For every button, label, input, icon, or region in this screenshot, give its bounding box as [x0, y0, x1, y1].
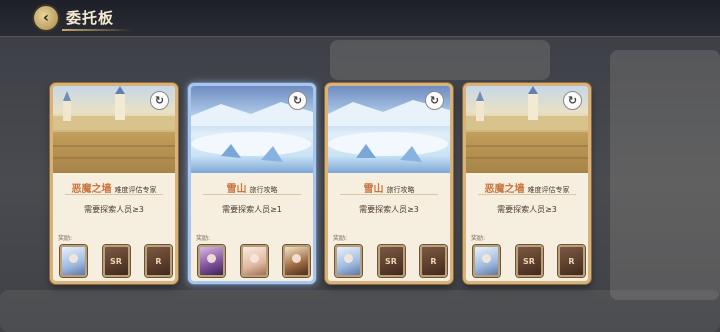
reward-sr-card[interactable]: SR: [102, 245, 130, 277]
refresh-button[interactable]: ↻: [288, 91, 307, 110]
reward-label: 奖励:: [333, 235, 348, 242]
refresh-button[interactable]: ↻: [150, 91, 169, 110]
commission-card[interactable]: ↻ 雪山 旅行攻略 需要探索人员≥3 奖励: SR R: [325, 83, 453, 284]
reward-character-card[interactable]: [198, 245, 225, 277]
reward-character-card[interactable]: [335, 245, 362, 277]
reward-list: [198, 245, 310, 277]
background-floor: [0, 290, 720, 332]
reward-sr-card[interactable]: SR: [515, 245, 543, 277]
reward-sr-card[interactable]: SR: [377, 245, 405, 277]
card-subtitle: 旅行攻略: [249, 186, 278, 194]
reward-character-card[interactable]: [60, 245, 87, 277]
top-bar: ‹ 委托板: [0, 0, 720, 37]
title-ornament: [62, 29, 132, 31]
card-subtitle: 难度评估专家: [114, 186, 157, 194]
card-subtitle: 难度评估专家: [527, 186, 570, 194]
commission-card[interactable]: ↻ 恶魔之墙 难度评估专家 需要探索人员≥3 奖励: SR R: [463, 83, 591, 284]
divider: [478, 194, 576, 195]
requirement-text: 需要探索人员≥1: [222, 205, 282, 214]
reward-list: SR R: [473, 245, 585, 277]
refresh-icon: ↻: [154, 94, 165, 107]
divider: [65, 194, 163, 195]
reward-r-card[interactable]: R: [558, 245, 585, 277]
refresh-button[interactable]: ↻: [563, 91, 582, 110]
reward-r-card[interactable]: R: [420, 245, 447, 277]
reward-list: SR R: [335, 245, 447, 277]
divider: [203, 194, 301, 195]
reward-character-card[interactable]: [473, 245, 500, 277]
page-title: 委托板: [66, 9, 115, 27]
refresh-icon: ↻: [292, 94, 303, 107]
requirement-text: 需要探索人员≥3: [497, 205, 557, 214]
refresh-button[interactable]: ↻: [425, 91, 444, 110]
commission-card[interactable]: ↻ 恶魔之墙 难度评估专家 需要探索人员≥3 奖励: SR R: [50, 83, 178, 284]
card-subtitle: 旅行攻略: [386, 186, 415, 194]
reward-label: 奖励:: [196, 235, 211, 242]
background-building: [330, 40, 550, 80]
divider: [340, 194, 438, 195]
reward-list: SR R: [60, 245, 172, 277]
requirement-text: 需要探索人员≥3: [359, 205, 419, 214]
back-button[interactable]: ‹: [34, 6, 58, 30]
reward-character-card[interactable]: [240, 245, 268, 277]
reward-label: 奖励:: [471, 235, 486, 242]
reward-character-card[interactable]: [283, 245, 310, 277]
reward-r-card[interactable]: R: [145, 245, 172, 277]
requirement-text: 需要探索人员≥3: [84, 205, 144, 214]
refresh-icon: ↻: [567, 94, 578, 107]
commission-card[interactable]: ↻ 雪山 旅行攻略 需要探索人员≥1 奖励:: [188, 83, 316, 284]
reward-label: 奖励:: [58, 235, 73, 242]
background-building: [610, 50, 720, 300]
refresh-icon: ↻: [429, 94, 440, 107]
back-arrow-icon: ‹: [43, 10, 49, 26]
